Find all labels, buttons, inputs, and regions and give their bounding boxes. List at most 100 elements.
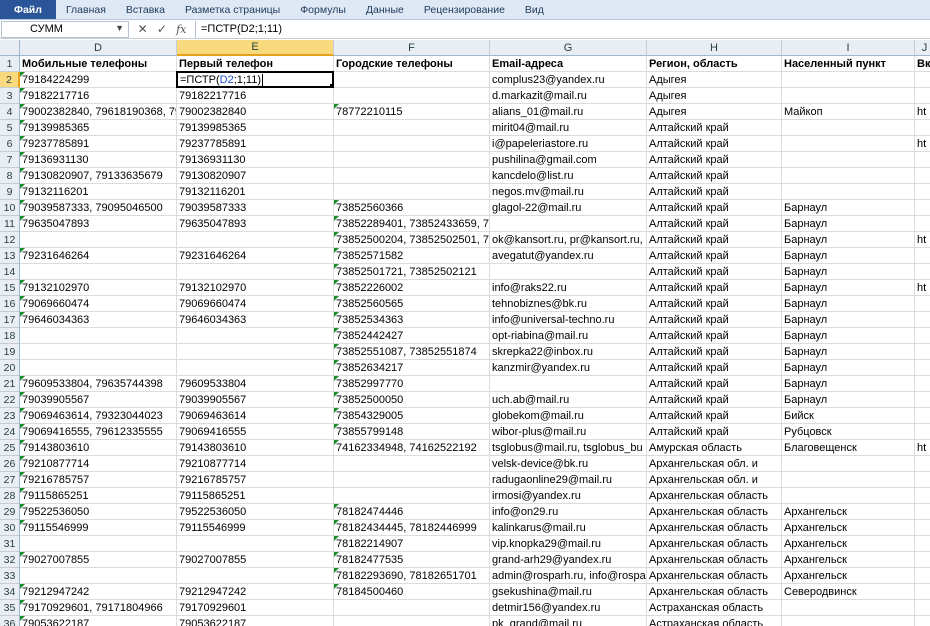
active-cell-editor[interactable]: =ПСТР(D2 ;1;11): [176, 71, 334, 88]
formula-input[interactable]: =ПСТР(D2;1;11): [195, 20, 930, 38]
table-cell[interactable]: kalinkarus@mail.ru: [490, 520, 647, 536]
table-cell[interactable]: 79002382840: [177, 104, 334, 120]
table-cell[interactable]: Адыгея: [647, 72, 782, 88]
table-cell[interactable]: Архангельская обл. и: [647, 472, 782, 488]
table-cell[interactable]: 79069660474: [20, 296, 177, 312]
table-cell[interactable]: 79132102970: [20, 280, 177, 296]
table-cell[interactable]: 79039587333, 79095046500: [20, 200, 177, 216]
table-cell[interactable]: [782, 184, 915, 200]
table-cell[interactable]: 78182474446: [334, 504, 490, 520]
column-title-cell[interactable]: Вк: [915, 56, 930, 72]
table-cell[interactable]: [177, 536, 334, 552]
table-cell[interactable]: ht: [915, 232, 930, 248]
table-cell[interactable]: 79069416555: [177, 424, 334, 440]
column-header[interactable]: I: [782, 40, 915, 56]
table-cell[interactable]: [915, 504, 930, 520]
table-cell[interactable]: [782, 488, 915, 504]
table-cell[interactable]: [20, 360, 177, 376]
table-cell[interactable]: 73852442427: [334, 328, 490, 344]
row-header[interactable]: 28: [0, 488, 20, 504]
table-cell[interactable]: 79635047893: [177, 216, 334, 232]
table-cell[interactable]: Барнаул: [782, 344, 915, 360]
ribbon-tab[interactable]: Файл: [0, 0, 56, 19]
table-cell[interactable]: info@universal-techno.ru: [490, 312, 647, 328]
table-cell[interactable]: [915, 584, 930, 600]
column-header[interactable]: J: [915, 40, 930, 56]
table-cell[interactable]: 79139985365: [177, 120, 334, 136]
table-cell[interactable]: [334, 472, 490, 488]
row-header[interactable]: 14: [0, 264, 20, 280]
table-cell[interactable]: [915, 296, 930, 312]
table-cell[interactable]: [915, 72, 930, 88]
row-header[interactable]: 9: [0, 184, 20, 200]
table-cell[interactable]: 73852501721, 73852502121: [334, 264, 490, 280]
table-cell[interactable]: admin@rosparh.ru, info@rospa: [490, 568, 647, 584]
table-cell[interactable]: [334, 120, 490, 136]
column-title-cell[interactable]: Регион, область: [647, 56, 782, 72]
table-cell[interactable]: tehnobiznes@bk.ru: [490, 296, 647, 312]
table-cell[interactable]: Алтайский край: [647, 408, 782, 424]
table-cell[interactable]: Алтайский край: [647, 312, 782, 328]
table-cell[interactable]: Архангельск: [782, 520, 915, 536]
table-cell[interactable]: Алтайский край: [647, 296, 782, 312]
table-cell[interactable]: [915, 520, 930, 536]
table-cell[interactable]: [177, 344, 334, 360]
table-cell[interactable]: 74162334948, 74162522192: [334, 440, 490, 456]
row-header[interactable]: 15: [0, 280, 20, 296]
ribbon-tab[interactable]: Вставка: [116, 0, 175, 19]
table-cell[interactable]: Алтайский край: [647, 344, 782, 360]
table-cell[interactable]: [915, 184, 930, 200]
table-cell[interactable]: [915, 312, 930, 328]
row-header[interactable]: 29: [0, 504, 20, 520]
row-header[interactable]: 2: [0, 72, 20, 88]
table-cell[interactable]: gsekushina@mail.ru: [490, 584, 647, 600]
table-cell[interactable]: [177, 264, 334, 280]
table-cell[interactable]: radugaonline29@mail.ru: [490, 472, 647, 488]
row-header[interactable]: 25: [0, 440, 20, 456]
ribbon-tab[interactable]: Разметка страницы: [175, 0, 290, 19]
table-cell[interactable]: 73852997770: [334, 376, 490, 392]
row-header[interactable]: 19: [0, 344, 20, 360]
table-cell[interactable]: 79231646264: [20, 248, 177, 264]
table-cell[interactable]: 79182217716: [177, 88, 334, 104]
row-header[interactable]: 18: [0, 328, 20, 344]
table-cell[interactable]: 79635047893: [20, 216, 177, 232]
table-cell[interactable]: Архангельская область: [647, 584, 782, 600]
table-cell[interactable]: [782, 88, 915, 104]
table-cell[interactable]: Алтайский край: [647, 392, 782, 408]
table-cell[interactable]: Архангельск: [782, 552, 915, 568]
table-cell[interactable]: skrepka22@inbox.ru: [490, 344, 647, 360]
table-cell[interactable]: 73852571582: [334, 248, 490, 264]
table-cell[interactable]: [915, 216, 930, 232]
row-header[interactable]: 4: [0, 104, 20, 120]
table-cell[interactable]: wibor-plus@mail.ru: [490, 424, 647, 440]
table-cell[interactable]: [915, 424, 930, 440]
table-cell[interactable]: [334, 184, 490, 200]
table-cell[interactable]: 79210877714: [20, 456, 177, 472]
table-cell[interactable]: Рубцовск: [782, 424, 915, 440]
row-header[interactable]: 20: [0, 360, 20, 376]
table-cell[interactable]: d.markazit@mail.ru: [490, 88, 647, 104]
table-cell[interactable]: 79027007855: [177, 552, 334, 568]
row-header[interactable]: 7: [0, 152, 20, 168]
table-cell[interactable]: [915, 392, 930, 408]
table-cell[interactable]: 79130820907, 79133635679: [20, 168, 177, 184]
table-cell[interactable]: [782, 136, 915, 152]
table-cell[interactable]: [782, 600, 915, 616]
table-cell[interactable]: Алтайский край: [647, 280, 782, 296]
column-title-cell[interactable]: Мобильные телефоны: [20, 56, 177, 72]
table-cell[interactable]: [334, 616, 490, 626]
table-cell[interactable]: 79039905567: [177, 392, 334, 408]
table-cell[interactable]: [177, 232, 334, 248]
table-cell[interactable]: negos.mv@mail.ru: [490, 184, 647, 200]
table-cell[interactable]: 73852560366: [334, 200, 490, 216]
table-cell[interactable]: 78182477535: [334, 552, 490, 568]
table-cell[interactable]: 79132116201: [177, 184, 334, 200]
table-cell[interactable]: 73852226002: [334, 280, 490, 296]
table-cell[interactable]: [334, 88, 490, 104]
chevron-down-icon[interactable]: ▼: [115, 23, 124, 33]
table-cell[interactable]: 79646034363: [20, 312, 177, 328]
ribbon-tab[interactable]: Данные: [356, 0, 414, 19]
table-cell[interactable]: Барнаул: [782, 296, 915, 312]
table-cell[interactable]: [915, 360, 930, 376]
